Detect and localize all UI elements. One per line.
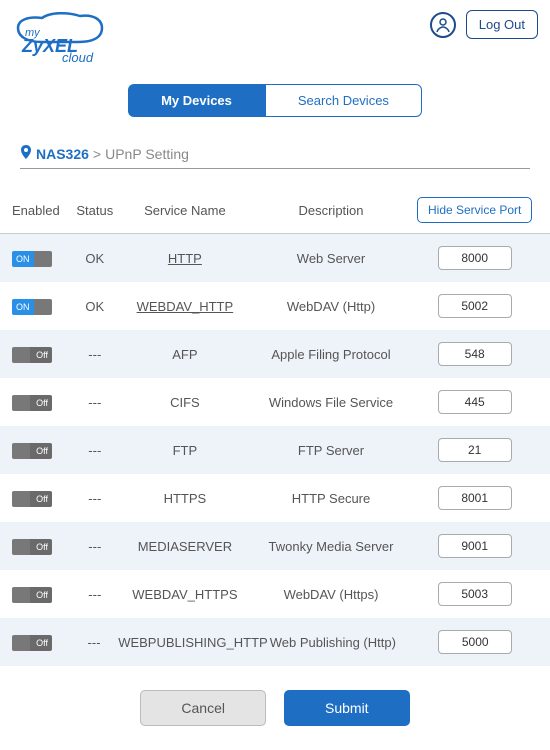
enabled-toggle[interactable]: Off	[12, 491, 52, 507]
table-row: Off --- MEDIASERVER Twonky Media Server	[0, 522, 550, 570]
service-name[interactable]: HTTP	[168, 251, 202, 266]
table-row: Off ---WEBPUBLISHING_HTTPWeb Publishing (…	[0, 618, 550, 666]
breadcrumb: NAS326 > UPnP Setting	[20, 145, 530, 169]
enabled-toggle[interactable]: Off	[12, 443, 52, 459]
port-input[interactable]	[438, 342, 512, 366]
enabled-toggle[interactable]: ON	[12, 251, 52, 267]
service-name: WEBPUBLISHING_HTTP	[118, 635, 268, 650]
service-description: Web Publishing (Http)	[253, 635, 412, 650]
status-text: ---	[70, 347, 119, 362]
hide-service-port-button[interactable]: Hide Service Port	[417, 197, 532, 223]
tab-search-devices[interactable]: Search Devices	[265, 84, 422, 117]
enabled-toggle[interactable]: Off	[12, 395, 52, 411]
port-input[interactable]	[438, 390, 512, 414]
port-input[interactable]	[438, 438, 512, 462]
logout-button[interactable]: Log Out	[466, 10, 538, 39]
status-text: ---	[70, 635, 118, 650]
status-text: ---	[70, 395, 119, 410]
status-text: OK	[70, 251, 119, 266]
enabled-toggle[interactable]: Off	[12, 539, 52, 555]
enabled-toggle[interactable]: ON	[12, 299, 52, 315]
status-text: ---	[70, 587, 119, 602]
service-description: WebDAV (Https)	[251, 587, 412, 602]
table-body: ON OK HTTP Web Server ON OK WEBDAV_HTTP WebDAV …	[0, 233, 550, 666]
service-name: AFP	[172, 347, 197, 362]
table-row: Off --- AFP Apple Filing Protocol	[0, 330, 550, 378]
user-icon[interactable]	[430, 12, 456, 38]
table-row: Off --- WEBDAV_HTTPS WebDAV (Https)	[0, 570, 550, 618]
tab-my-devices[interactable]: My Devices	[128, 84, 265, 117]
service-description: Windows File Service	[251, 395, 412, 410]
status-text: ---	[70, 491, 119, 506]
enabled-toggle[interactable]: Off	[12, 587, 52, 603]
service-description: Twonky Media Server	[251, 539, 412, 554]
table-row: Off --- CIFS Windows File Service	[0, 378, 550, 426]
col-header-service: Service Name	[119, 203, 251, 218]
table-row: Off --- HTTPS HTTP Secure	[0, 474, 550, 522]
service-description: Apple Filing Protocol	[251, 347, 412, 362]
col-header-enabled: Enabled	[12, 203, 70, 218]
service-description: Web Server	[251, 251, 412, 266]
status-text: OK	[70, 299, 119, 314]
service-name: CIFS	[170, 395, 200, 410]
port-input[interactable]	[438, 582, 512, 606]
table-header: Enabled Status Service Name Description …	[0, 191, 550, 233]
service-description: FTP Server	[251, 443, 412, 458]
breadcrumb-separator: >	[93, 146, 101, 162]
service-name: MEDIASERVER	[138, 539, 232, 554]
service-name: WEBDAV_HTTPS	[132, 587, 237, 602]
svg-text:cloud: cloud	[62, 50, 94, 62]
port-input[interactable]	[438, 630, 512, 654]
service-description: WebDAV (Http)	[251, 299, 412, 314]
submit-button[interactable]: Submit	[284, 690, 410, 726]
table-row: ON OK WEBDAV_HTTP WebDAV (Http)	[0, 282, 550, 330]
port-input[interactable]	[438, 294, 512, 318]
tabs: My Devices Search Devices	[0, 84, 550, 117]
brand-logo: my ZyXEL cloud	[12, 10, 107, 62]
breadcrumb-current: UPnP Setting	[105, 146, 189, 162]
footer-buttons: Cancel Submit	[0, 690, 550, 726]
status-text: ---	[70, 443, 119, 458]
enabled-toggle[interactable]: Off	[12, 347, 52, 363]
table-row: ON OK HTTP Web Server	[0, 234, 550, 282]
location-icon	[20, 145, 32, 162]
cancel-button[interactable]: Cancel	[140, 690, 266, 726]
table-row: Off --- FTP FTP Server	[0, 426, 550, 474]
port-input[interactable]	[438, 534, 512, 558]
enabled-toggle[interactable]: Off	[12, 635, 52, 651]
col-header-status: Status	[70, 203, 119, 218]
breadcrumb-device[interactable]: NAS326	[36, 146, 89, 162]
port-input[interactable]	[438, 246, 512, 270]
service-name: HTTPS	[164, 491, 207, 506]
header: my ZyXEL cloud Log Out	[0, 0, 550, 72]
upnp-table: Enabled Status Service Name Description …	[0, 191, 550, 666]
service-name[interactable]: WEBDAV_HTTP	[137, 299, 234, 314]
port-input[interactable]	[438, 486, 512, 510]
service-name: FTP	[173, 443, 198, 458]
service-description: HTTP Secure	[251, 491, 412, 506]
col-header-description: Description	[251, 203, 412, 218]
status-text: ---	[70, 539, 119, 554]
